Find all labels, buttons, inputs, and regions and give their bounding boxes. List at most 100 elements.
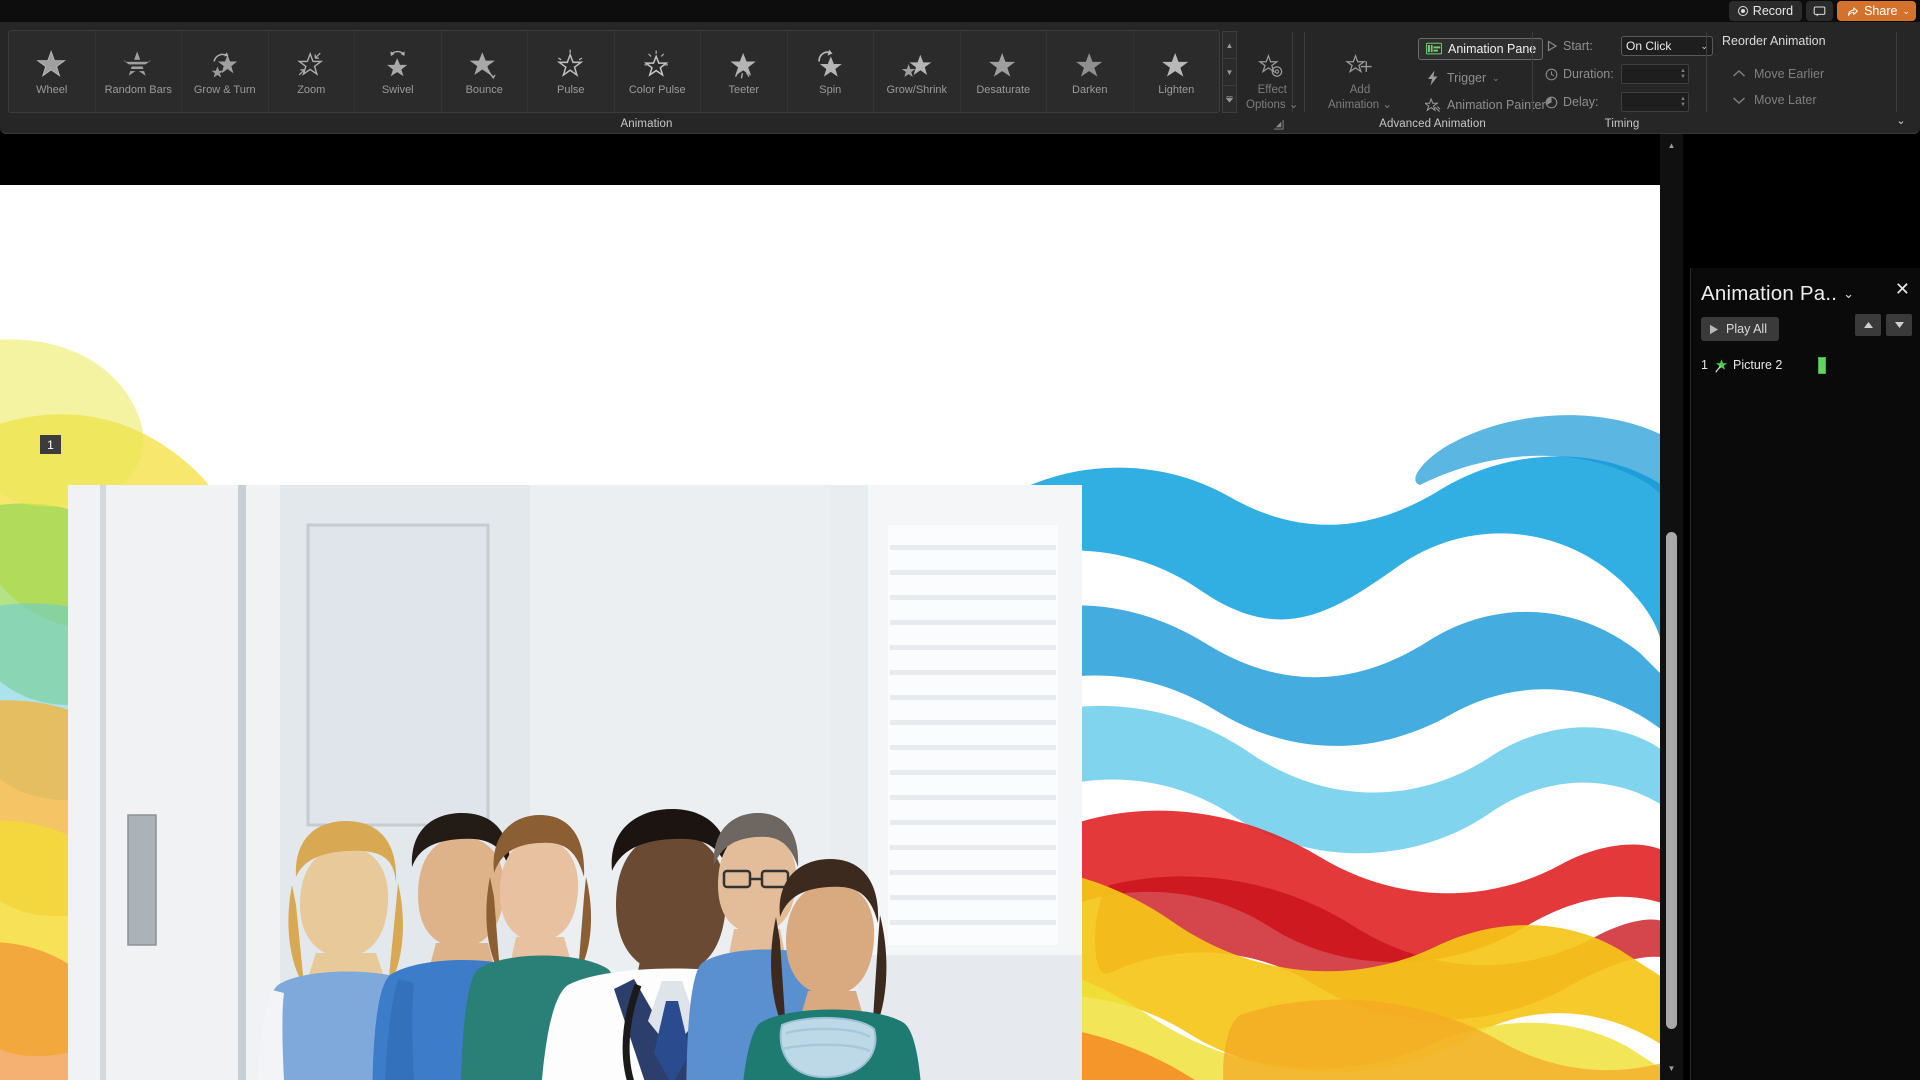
- animation-list-item[interactable]: 1 Picture 2: [1691, 354, 1920, 376]
- chevron-down-icon[interactable]: ⌄: [1843, 286, 1854, 302]
- animation-effect-grow-shrink[interactable]: Grow/Shrink: [874, 31, 961, 112]
- close-icon[interactable]: ✕: [1895, 280, 1910, 298]
- green-star-effect-icon: [1713, 357, 1729, 373]
- animation-effect-random-bars[interactable]: Random Bars: [96, 31, 182, 112]
- chevron-down-icon: [1730, 92, 1747, 109]
- move-earlier-button[interactable]: Move Earlier: [1726, 62, 1828, 86]
- animation-effect-spin[interactable]: Spin: [788, 31, 874, 112]
- animation-effect-darken[interactable]: Darken: [1047, 31, 1134, 112]
- chevron-up-icon: [1730, 66, 1747, 83]
- animation-effect-zoom[interactable]: Zoom: [269, 31, 355, 112]
- slide[interactable]: Our mission is to make difference: [0, 185, 1662, 1080]
- record-button[interactable]: Record: [1728, 1, 1803, 21]
- duration-input[interactable]: ▲ ▼: [1621, 64, 1689, 84]
- star-spin-icon: [812, 47, 848, 81]
- share-label: Share: [1864, 4, 1898, 18]
- scrollbar-down-button[interactable]: ▼: [1660, 1060, 1683, 1077]
- effect-options-button[interactable]: Effect Options ⌄: [1240, 48, 1304, 115]
- triangle-down-icon: [1894, 322, 1904, 328]
- start-select[interactable]: On Click ⌄: [1621, 36, 1713, 56]
- triangle-up-icon: [1863, 322, 1873, 328]
- delay-input[interactable]: ▲ ▼: [1621, 92, 1689, 112]
- animation-effect-color-pulse[interactable]: Color Pulse: [615, 31, 701, 112]
- star-teeter-icon: [726, 47, 762, 81]
- effect-options-label-line2: Options ⌄: [1246, 98, 1299, 111]
- record-label: Record: [1752, 4, 1794, 18]
- share-button[interactable]: Share ⌄: [1837, 1, 1916, 21]
- gallery-scroll-buttons: ▲ ▼: [1222, 31, 1237, 113]
- animation-effect-pulse[interactable]: Pulse: [528, 31, 615, 112]
- clock-icon: [1544, 67, 1559, 82]
- animation-pane-toolbar: Play All: [1691, 312, 1920, 346]
- medical-team-photo: [68, 485, 1082, 1080]
- animation-effect-desaturate[interactable]: Desaturate: [961, 31, 1047, 112]
- ribbon: Wheel Random Bars Grow & Turn Zoom Swivel Bou…: [0, 22, 1920, 134]
- animation-timeline-bar[interactable]: [1818, 356, 1826, 374]
- animation-list[interactable]: 1 Picture 2: [1691, 354, 1920, 376]
- animation-effect-bounce[interactable]: Bounce: [442, 31, 528, 112]
- trigger-button[interactable]: Trigger ⌄: [1418, 67, 1506, 89]
- move-earlier-label: Move Earlier: [1754, 67, 1825, 81]
- animation-pane: Animation Pa.. ⌄ ✕ Play All 1Picture 2: [1690, 268, 1920, 1080]
- lightning-icon: [1424, 70, 1441, 87]
- ribbon-group-animation: Wheel Random Bars Grow & Turn Zoom Swivel Bou…: [0, 22, 1293, 134]
- start-value: On Click: [1626, 39, 1672, 53]
- animation-effect-label: Grow & Turn: [193, 84, 256, 96]
- animation-effect-label: Pulse: [556, 84, 585, 96]
- animation-effect-label: Color Pulse: [628, 84, 686, 96]
- move-down-button[interactable]: [1886, 314, 1912, 336]
- spinner-icon[interactable]: ▲ ▼: [1680, 68, 1686, 80]
- move-later-label: Move Later: [1754, 93, 1817, 107]
- slide-canvas-area: Our mission is to make difference 1 ▲ ▼: [0, 134, 1683, 1080]
- powerpoint-window: Record Share ⌄ WheelRandom BarsGrow &: [0, 0, 1920, 1080]
- star-desaturate-icon: [985, 47, 1021, 81]
- move-later-button[interactable]: Move Later: [1726, 88, 1821, 112]
- play-all-button[interactable]: Play All: [1701, 317, 1779, 341]
- gallery-more-button[interactable]: [1222, 85, 1237, 113]
- animation-effect-label: Spin: [819, 84, 842, 96]
- animation-painter-label: Animation Painter: [1447, 98, 1546, 112]
- animation-dialog-launcher[interactable]: [1271, 117, 1285, 131]
- comment-button[interactable]: [1806, 1, 1834, 21]
- duration-row: Duration: ▲ ▼: [1544, 62, 1689, 86]
- animation-pane-button[interactable]: Animation Pane: [1418, 38, 1544, 60]
- slide-vertical-scrollbar[interactable]: ▲ ▼: [1660, 134, 1683, 1080]
- add-animation-button[interactable]: Add Animation ⌄: [1322, 48, 1398, 115]
- group-label-animation: Animation: [620, 118, 673, 130]
- start-row: Start: On Click ⌄: [1544, 34, 1713, 58]
- animation-pane-label: Animation Pane: [1448, 42, 1537, 56]
- dialog-launcher-icon: [1273, 119, 1284, 130]
- chevron-down-icon: ⌄: [1902, 5, 1910, 16]
- animation-effect-label: Lighten: [1158, 84, 1195, 96]
- animation-effect-wheel[interactable]: Wheel: [9, 31, 96, 112]
- effect-options-label-line1: Effect: [1257, 84, 1287, 96]
- animation-reorder-buttons: [1855, 314, 1912, 336]
- animation-effect-grow-turn[interactable]: Grow & Turn: [182, 31, 269, 112]
- gallery-scroll-down-button[interactable]: ▼: [1222, 58, 1237, 86]
- star-swivel-icon: [380, 47, 416, 81]
- star-lighten-icon: [1158, 47, 1194, 81]
- group-label-timing: Timing: [1604, 118, 1640, 130]
- animation-effect-label: Desaturate: [976, 84, 1031, 96]
- animation-effect-label: Darken: [1072, 84, 1108, 96]
- move-up-button[interactable]: [1855, 314, 1881, 336]
- animation-pane-header: Animation Pa.. ⌄ ✕: [1691, 268, 1920, 312]
- animation-effects-gallery[interactable]: Wheel Random Bars Grow & Turn Zoom Swivel Bou…: [8, 30, 1220, 113]
- ribbon-group-timing: Start: On Click ⌄ Duration: ▲ ▼ Delay: ▲…: [1532, 22, 1740, 134]
- duration-label: Duration:: [1563, 67, 1614, 81]
- animation-order-badge[interactable]: 1: [40, 435, 61, 454]
- animation-effect-lighten[interactable]: Lighten: [1134, 31, 1220, 112]
- spinner-icon[interactable]: ▲ ▼: [1680, 96, 1686, 108]
- picture-2[interactable]: [68, 485, 1082, 1080]
- scrollbar-thumb[interactable]: [1666, 532, 1677, 1029]
- star-color-pulse-icon: [639, 47, 675, 81]
- gallery-scroll-up-button[interactable]: ▲: [1222, 31, 1237, 59]
- star-random-bars-icon: [120, 47, 156, 81]
- star-darken-icon: [1072, 47, 1108, 81]
- animation-effect-teeter[interactable]: Teeter: [701, 31, 788, 112]
- ribbon-collapse-button[interactable]: ⌄: [1892, 112, 1910, 128]
- animation-effect-swivel[interactable]: Swivel: [355, 31, 442, 112]
- scrollbar-up-button[interactable]: ▲: [1660, 137, 1683, 154]
- title-bar-actions: Record Share ⌄: [1728, 0, 1916, 22]
- animation-effect-label: Random Bars: [104, 84, 172, 96]
